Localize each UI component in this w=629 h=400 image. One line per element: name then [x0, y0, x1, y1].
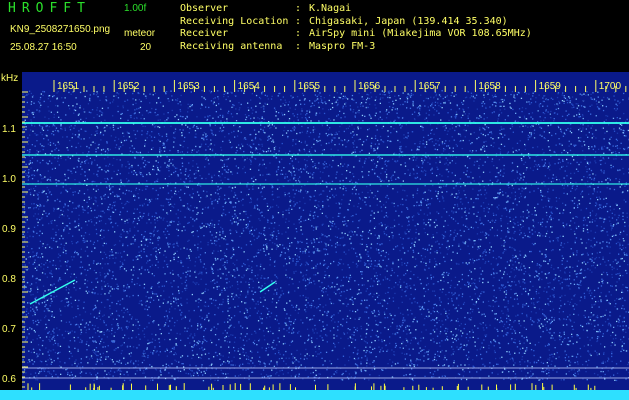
frequency-label: 0.6 — [2, 374, 16, 385]
station-value: K.Nagai — [309, 3, 352, 14]
time-label: 1656 — [358, 81, 381, 92]
time-label: 1700 — [598, 81, 622, 92]
station-row-location: Receiving Location: Chigasaki, Japan (139… — [180, 15, 508, 27]
station-key: Receiving Location — [180, 15, 289, 27]
frequency-label: 1.0 — [2, 174, 16, 185]
frequency-label: 0.8 — [2, 274, 16, 285]
baseline-band — [0, 390, 629, 400]
station-key: Receiving antenna — [180, 40, 283, 52]
frequency-label: 1.1 — [2, 124, 16, 135]
mode-label: meteor — [124, 28, 156, 39]
time-label: 1652 — [117, 81, 140, 92]
station-info: Observer: K.Nagai Receiving Location: Chig… — [180, 3, 532, 53]
station-row-antenna: Receiving antenna: Maspro FM-3 — [180, 40, 376, 52]
frequency-unit-label: kHz — [1, 73, 19, 84]
time-label: 1651 — [57, 81, 80, 92]
station-value: Maspro FM-3 — [309, 40, 376, 52]
station-value: Chigasaki, Japan (139.414 35.340) — [309, 15, 508, 27]
app-title: HROFFT — [8, 1, 91, 16]
header-panel: HROFFT 1.00f KN9_2508271650.png 25.08.27… — [0, 0, 629, 72]
station-value: AirSpy mini (Miakejima VOR 108.65MHz) — [309, 28, 532, 39]
time-label: 1657 — [418, 81, 441, 92]
spectrogram-panel — [0, 72, 629, 400]
time-label: 1658 — [478, 81, 501, 92]
frequency-label: 0.7 — [2, 324, 16, 335]
count-label: 20 — [140, 42, 152, 53]
station-key: Receiver — [180, 28, 229, 39]
version-label: 1.00f — [124, 3, 147, 14]
filename-label: KN9_2508271650.png — [10, 24, 111, 35]
spectrogram-canvas — [0, 72, 629, 400]
frequency-label: 0.9 — [2, 224, 16, 235]
time-label: 1655 — [297, 81, 321, 92]
station-row-receiver: Receiver: AirSpy mini (Miakejima VOR 108.… — [180, 28, 532, 39]
station-key: Observer — [180, 3, 229, 14]
station-row-observer: Observer: K.Nagai — [180, 3, 352, 14]
time-label: 1653 — [177, 81, 200, 92]
time-label: 1654 — [237, 81, 260, 92]
datetime-label: 25.08.27 16:50 — [10, 42, 77, 53]
time-label: 1659 — [538, 81, 561, 92]
